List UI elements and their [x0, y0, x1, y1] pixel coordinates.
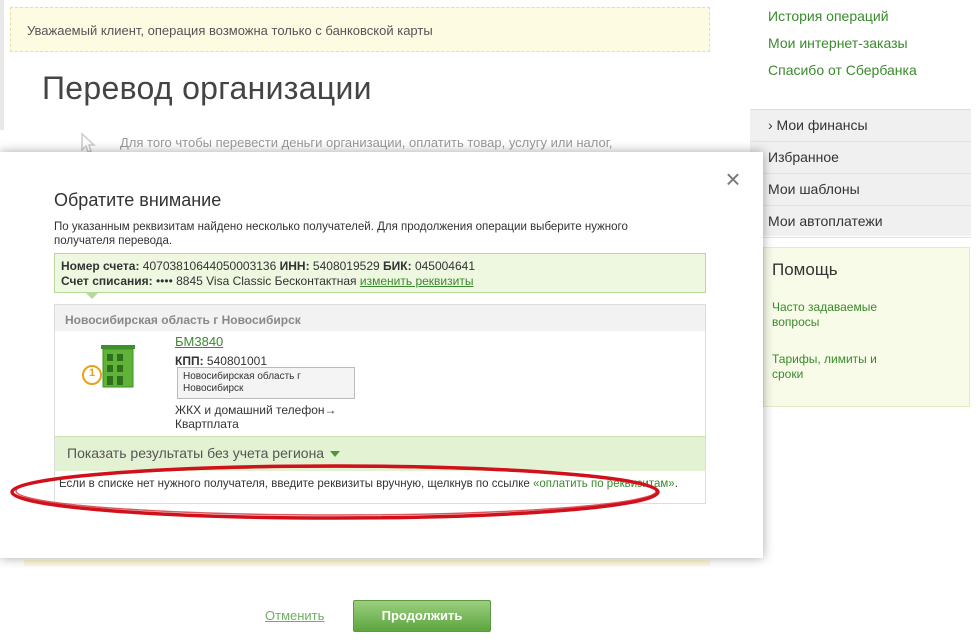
recipient-modal: × Обратите внимание По указанным реквизи…: [0, 152, 763, 558]
sidebar-links: История операций Мои интернет-заказы Спа…: [768, 8, 917, 89]
help-link-tariffs[interactable]: Тарифы, лимиты и сроки: [772, 352, 887, 383]
help-box: Помощь Часто задаваемые вопросы Тарифы, …: [763, 247, 970, 407]
sidebar-item-finances[interactable]: › Мои финансы: [750, 110, 971, 142]
sidebar-item-templates[interactable]: Мои шаблоны: [750, 174, 971, 206]
pay-by-requisites-link[interactable]: «оплатить по реквизитам»: [533, 478, 675, 490]
modal-title: Обратите внимание: [54, 190, 222, 210]
inn-label: ИНН:: [279, 259, 310, 273]
panel-pointer: [85, 292, 99, 299]
kpp-value: 540801001: [206, 354, 267, 368]
modal-description: По указанным реквизитам найдено нескольк…: [54, 221, 628, 247]
intro-text: Для того чтобы перевести деньги организа…: [120, 135, 613, 150]
building-icon[interactable]: 1: [81, 343, 143, 389]
manual-note-end: .: [674, 478, 678, 490]
sidebar-link-history[interactable]: История операций: [768, 8, 917, 24]
region-header: Новосибирская область г Новосибирск: [55, 305, 705, 331]
kpp-row: КПП: 540801001: [175, 354, 267, 368]
bik-label: БИК:: [383, 259, 412, 273]
change-requisites-link[interactable]: изменить реквизиты: [360, 274, 474, 288]
bottom-strip: [24, 560, 710, 566]
kpp-label: КПП:: [175, 354, 204, 368]
debit-value: •••• 8845 Visa Classic Бесконтактная: [155, 274, 357, 288]
account-value: 40703810644050003136: [142, 259, 277, 273]
bik-value: 045004641: [414, 259, 476, 273]
close-icon[interactable]: ×: [722, 166, 744, 192]
sidebar-link-orders[interactable]: Мои интернет-заказы: [768, 35, 917, 51]
show-without-region-label: Показать результаты без учета региона: [67, 445, 325, 461]
manual-entry-note: Если в списке нет нужного получателя, вв…: [55, 477, 705, 491]
recipient-results: Новосибирская область г Новосибирск 1 БМ…: [54, 304, 706, 504]
sidebar-link-thanks[interactable]: Спасибо от Сбербанка: [768, 62, 917, 78]
help-link-faq[interactable]: Часто задаваемые вопросы: [772, 300, 892, 331]
recipient-category: ЖКХ и домашний телефон→ Квартплата: [175, 403, 337, 431]
show-without-region-toggle[interactable]: Показать результаты без учета региона: [55, 436, 705, 471]
sidebar-item-autopayments[interactable]: Мои автоплатежи: [750, 206, 971, 238]
help-title: Помощь: [772, 260, 838, 279]
requisites-panel: Номер счета: 40703810644050003136 ИНН: 5…: [54, 253, 706, 293]
continue-button[interactable]: Продолжить: [353, 600, 491, 632]
recipient-name-link[interactable]: БМ3840: [175, 334, 223, 349]
chevron-down-icon: [330, 451, 341, 458]
cancel-link[interactable]: Отменить: [265, 608, 324, 623]
page-title: Перевод организации: [42, 70, 372, 106]
recipient-badge-number: 1: [88, 367, 96, 379]
inn-value: 5408019529: [312, 259, 380, 273]
info-icon: [78, 132, 98, 154]
manual-note-text: Если в списке нет нужного получателя, вв…: [59, 478, 530, 490]
account-label: Номер счета:: [61, 259, 140, 273]
card-only-alert: Уважаемый клиент, операция возможна толь…: [10, 7, 710, 52]
sidebar-item-favorites[interactable]: Избранное: [750, 142, 971, 174]
sidebar-menu: › Мои финансы Избранное Мои шаблоны Мои …: [750, 109, 971, 238]
debit-label: Счет списания:: [61, 274, 153, 288]
recipient-region-tag: Новосибирская область г Новосибирск: [177, 367, 355, 399]
left-edge: [0, 0, 4, 130]
